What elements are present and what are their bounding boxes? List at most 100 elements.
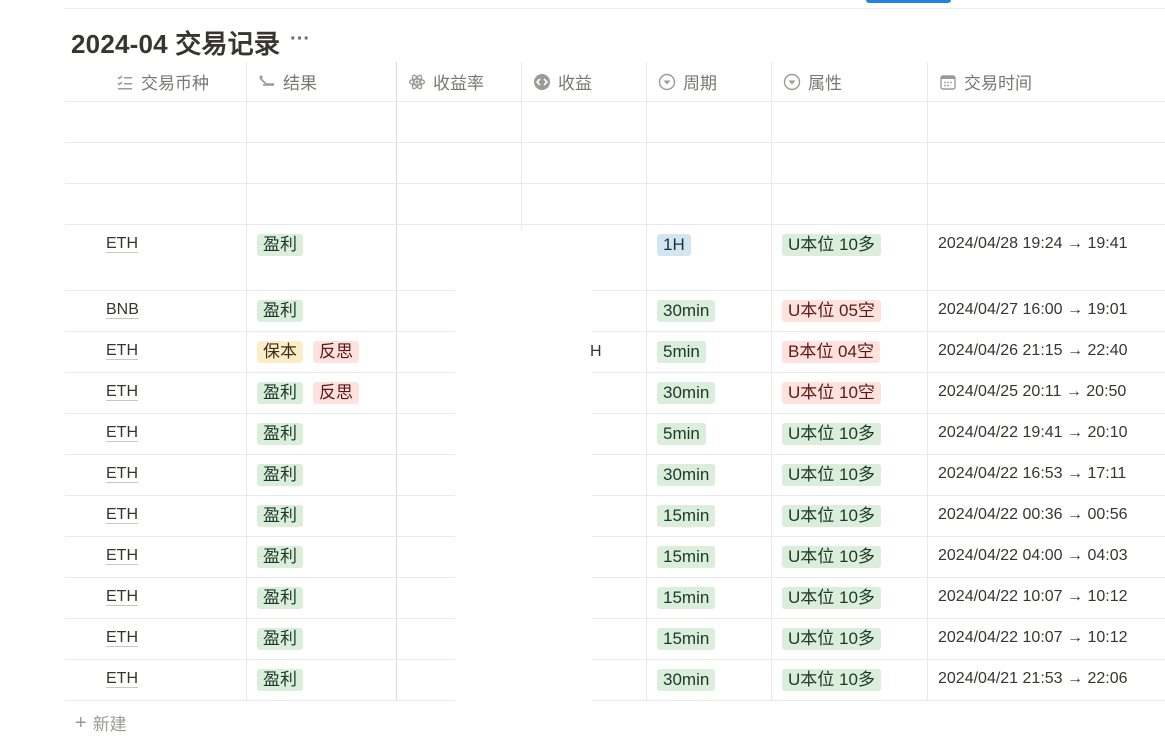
table-row[interactable]: BNB 盈利 30min U本位 05空 2024/04/27 16:00 → 19:0… — [65, 291, 1165, 332]
result-cell[interactable]: 盈利 — [247, 291, 397, 331]
coin-cell[interactable]: ETH — [65, 496, 247, 536]
coin-title[interactable]: ETH — [106, 629, 138, 647]
attribute-cell[interactable]: U本位 10多 — [772, 496, 928, 536]
attribute-cell[interactable]: U本位 10空 — [772, 373, 928, 413]
coin-cell[interactable]: BNB — [65, 291, 247, 331]
column-header-6[interactable]: 属性 — [772, 62, 928, 101]
coin-title[interactable]: ETH — [106, 465, 138, 483]
coin-cell[interactable]: ETH — [65, 332, 247, 372]
coin-cell[interactable]: ETH — [65, 537, 247, 577]
period-cell[interactable]: 5min — [647, 332, 772, 372]
table-cell[interactable] — [928, 184, 1165, 224]
table-row[interactable]: ETH 盈利 30min U本位 10多 2024/04/21 21:53 → 22:0… — [65, 660, 1165, 701]
trade-time-cell[interactable]: 2024/04/28 19:24 → 19:41 — [928, 225, 1165, 290]
period-cell[interactable]: 30min — [647, 455, 772, 495]
attribute-cell[interactable]: U本位 10多 — [772, 578, 928, 618]
trade-time-cell[interactable]: 2024/04/22 04:00 → 04:03 — [928, 537, 1165, 577]
table-row[interactable]: ETH 盈利 30min U本位 10多 2024/04/22 16:53 → 17:1… — [65, 455, 1165, 496]
column-header-1[interactable]: 交易币种 — [65, 62, 247, 101]
result-cell[interactable]: 盈利 — [247, 537, 397, 577]
period-cell[interactable]: 30min — [647, 660, 772, 700]
attribute-cell[interactable]: U本位 05空 — [772, 291, 928, 331]
coin-cell[interactable]: ETH — [65, 619, 247, 659]
period-cell[interactable]: 15min — [647, 537, 772, 577]
table-row[interactable]: ETH 盈利 反思 30min U本位 10空 2024/04/25 20:11 → 20… — [65, 373, 1165, 414]
table-cell[interactable] — [65, 102, 247, 142]
column-header-5[interactable]: 周期 — [647, 62, 772, 101]
period-cell[interactable]: 5min — [647, 414, 772, 454]
table-cell[interactable] — [647, 102, 772, 142]
empty-row[interactable] — [65, 184, 1165, 225]
table-row[interactable]: ETH 盈利 15min U本位 10多 2024/04/22 00:36 → 00:5… — [65, 496, 1165, 537]
table-cell[interactable] — [772, 102, 928, 142]
result-cell[interactable]: 盈利 — [247, 619, 397, 659]
result-cell[interactable]: 盈利 — [247, 496, 397, 536]
table-row[interactable]: ETH 盈利 1H U本位 10多 2024/04/28 19:24 → 19:41 — [65, 225, 1165, 291]
new-button-edge[interactable] — [866, 0, 951, 3]
table-cell[interactable] — [397, 102, 522, 142]
column-header-7[interactable]: 交易时间 — [928, 62, 1165, 101]
table-cell[interactable] — [65, 184, 247, 224]
coin-title[interactable]: ETH — [106, 670, 138, 688]
table-cell[interactable] — [772, 184, 928, 224]
database-title[interactable]: 2024-04 交易记录 — [71, 24, 280, 61]
coin-title[interactable]: ETH — [106, 588, 138, 606]
table-cell[interactable] — [247, 102, 397, 142]
table-row[interactable]: ETH 盈利 5min U本位 10多 2024/04/22 19:41 → 20:10 — [65, 414, 1165, 455]
result-cell[interactable]: 盈利 — [247, 414, 397, 454]
attribute-cell[interactable]: U本位 10多 — [772, 225, 928, 290]
table-cell[interactable] — [522, 102, 647, 142]
trade-time-cell[interactable]: 2024/04/22 00:36 → 00:56 — [928, 496, 1165, 536]
table-cell[interactable] — [397, 143, 522, 183]
trade-time-cell[interactable]: 2024/04/26 21:15 → 22:40 — [928, 332, 1165, 372]
attribute-cell[interactable]: U本位 10多 — [772, 414, 928, 454]
coin-title[interactable]: ETH — [106, 235, 138, 253]
empty-row[interactable] — [65, 143, 1165, 184]
trade-time-cell[interactable]: 2024/04/22 16:53 → 17:11 — [928, 455, 1165, 495]
trade-time-cell[interactable]: 2024/04/22 10:07 → 10:12 — [928, 619, 1165, 659]
table-cell[interactable] — [522, 184, 647, 224]
table-cell[interactable] — [522, 143, 647, 183]
table-cell[interactable] — [928, 143, 1165, 183]
table-cell[interactable] — [65, 143, 247, 183]
column-header-2[interactable]: 结果 — [247, 62, 397, 101]
period-cell[interactable]: 15min — [647, 496, 772, 536]
more-options-icon[interactable]: ··· — [290, 29, 310, 55]
period-cell[interactable]: 30min — [647, 373, 772, 413]
trade-time-cell[interactable]: 2024/04/21 21:53 → 22:06 — [928, 660, 1165, 700]
table-cell[interactable] — [772, 143, 928, 183]
trade-time-cell[interactable]: 2024/04/22 19:41 → 20:10 — [928, 414, 1165, 454]
coin-cell[interactable]: ETH — [65, 578, 247, 618]
attribute-cell[interactable]: U本位 10多 — [772, 455, 928, 495]
result-cell[interactable]: 盈利 反思 — [247, 373, 397, 413]
coin-cell[interactable]: ETH — [65, 373, 247, 413]
attribute-cell[interactable]: U本位 10多 — [772, 619, 928, 659]
result-cell[interactable]: 盈利 — [247, 660, 397, 700]
result-cell[interactable]: 保本 反思 — [247, 332, 397, 372]
period-cell[interactable]: 15min — [647, 619, 772, 659]
coin-cell[interactable]: ETH — [65, 225, 247, 290]
period-cell[interactable]: 30min — [647, 291, 772, 331]
empty-row[interactable] — [65, 102, 1165, 143]
period-cell[interactable]: 1H — [647, 225, 772, 290]
table-cell[interactable] — [928, 102, 1165, 142]
trade-time-cell[interactable]: 2024/04/25 20:11 → 20:50 — [928, 373, 1165, 413]
coin-title[interactable]: ETH — [106, 342, 138, 360]
table-cell[interactable] — [647, 143, 772, 183]
new-row-button[interactable]: + 新建 — [75, 710, 127, 735]
table-row[interactable]: ETH 盈利 15min U本位 10多 2024/04/22 10:07 → 10:1… — [65, 619, 1165, 660]
coin-title[interactable]: BNB — [106, 301, 139, 319]
trade-time-cell[interactable]: 2024/04/22 10:07 → 10:12 — [928, 578, 1165, 618]
coin-cell[interactable]: ETH — [65, 660, 247, 700]
table-cell[interactable] — [647, 184, 772, 224]
trade-time-cell[interactable]: 2024/04/27 16:00 → 19:01 — [928, 291, 1165, 331]
result-cell[interactable]: 盈利 — [247, 455, 397, 495]
period-cell[interactable]: 15min — [647, 578, 772, 618]
table-row[interactable]: ETH 保本 反思 5min B本位 04空 2024/04/26 21:15 → 22:… — [65, 332, 1165, 373]
coin-title[interactable]: ETH — [106, 506, 138, 524]
result-cell[interactable]: 盈利 — [247, 225, 397, 290]
coin-cell[interactable]: ETH — [65, 455, 247, 495]
table-cell[interactable] — [247, 184, 397, 224]
attribute-cell[interactable]: U本位 10多 — [772, 660, 928, 700]
column-header-4[interactable]: 收益 — [522, 62, 647, 101]
